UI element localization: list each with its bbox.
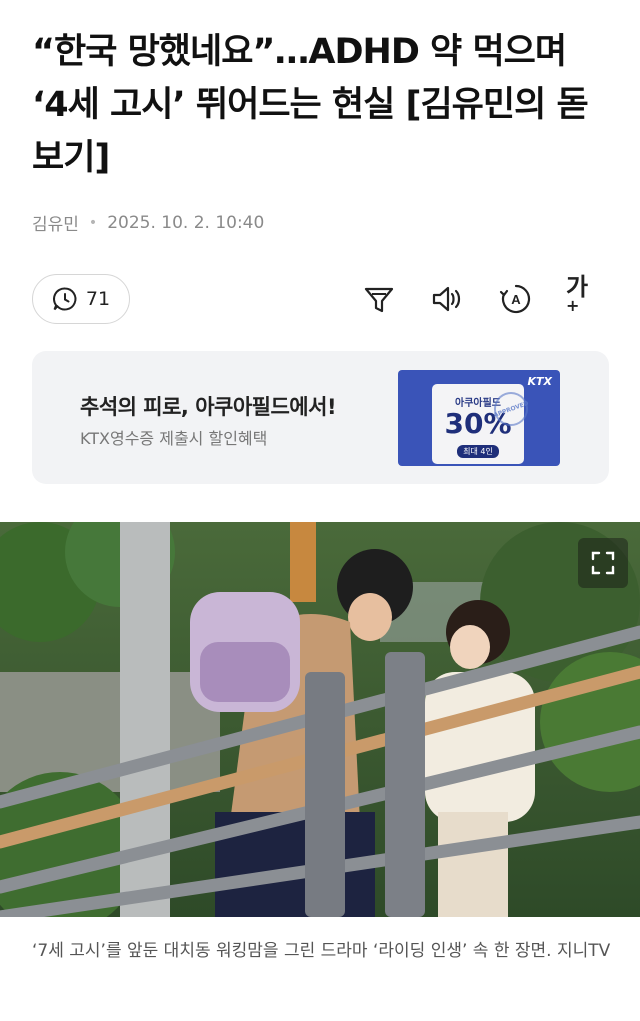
ktx-logo: KTX — [527, 375, 552, 388]
photo-caption: ‘7세 고시’를 앞둔 대치동 워킹맘을 그린 드라마 ‘라이딩 인생’ 속 한… — [32, 941, 611, 961]
article-byline: 김유민 • 2025. 10. 2. 10:40 — [32, 210, 265, 236]
translate-icon: A — [499, 284, 531, 314]
comments-button[interactable]: 71 — [32, 274, 130, 324]
font-size-icon: 가+ — [566, 272, 589, 315]
article-toolbar: 71 A 가+ — [32, 273, 608, 324]
separator-dot: • — [88, 214, 98, 231]
expand-icon — [591, 551, 615, 575]
listen-button[interactable] — [429, 282, 463, 316]
comment-count: 71 — [85, 288, 111, 310]
article-photo[interactable] — [0, 522, 640, 917]
ad-subtitle: KTX영수증 제출시 할인혜택 — [80, 429, 268, 448]
ad-title: 추석의 피로, 아쿠아필드에서! — [80, 395, 337, 419]
author-name[interactable]: 김유민 — [32, 210, 79, 235]
translate-button[interactable]: A — [499, 282, 533, 316]
summary-icon — [364, 287, 394, 313]
ad-image[interactable]: KTX 아쿠아필드 30% 최대 4인 APPROVED — [398, 370, 560, 466]
expand-photo-button[interactable] — [578, 538, 628, 588]
photo-scene — [0, 522, 640, 917]
font-size-button[interactable]: 가+ — [566, 273, 600, 316]
summary-button[interactable] — [362, 282, 396, 316]
publish-date: 2025. 10. 2. 10:40 — [107, 212, 265, 233]
card-chip: 최대 4인 — [457, 445, 499, 458]
svg-text:A: A — [511, 292, 521, 307]
ad-banner[interactable]: 추석의 피로, 아쿠아필드에서! KTX영수증 제출시 할인혜택 KTX 아쿠아… — [32, 351, 609, 484]
comment-icon — [52, 287, 77, 311]
article-headline: “한국 망했네요”…ADHD 약 먹으며 ‘4세 고시’ 뛰어드는 현실 [김유… — [32, 32, 589, 178]
speaker-icon — [432, 286, 461, 312]
